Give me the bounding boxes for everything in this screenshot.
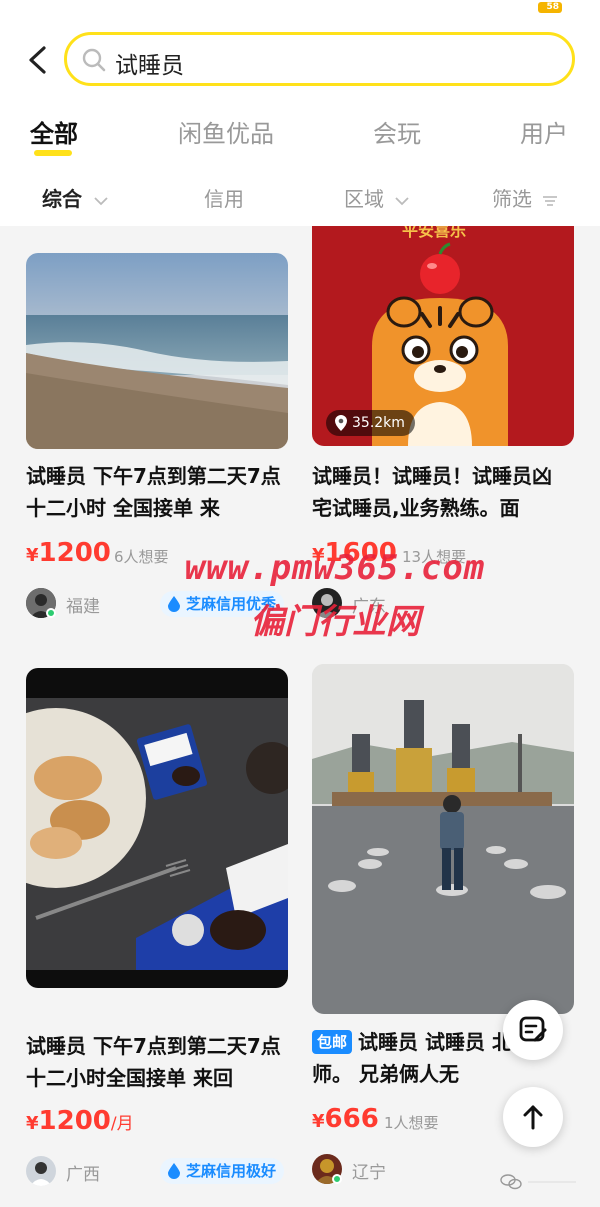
filter-icon — [543, 195, 558, 206]
watermark-url: www.pmw365.com — [184, 548, 486, 588]
want-count: 6人想要 — [114, 548, 169, 566]
filter-region[interactable]: 区域 — [344, 183, 410, 212]
product-title: 试睡员 下午7点到第二天7点 十二小时 全国接单 来 — [26, 464, 281, 520]
filter-comprehensive[interactable]: 综合 — [42, 183, 109, 212]
filter-label: 信用 — [204, 187, 244, 211]
filter-label: 区域 — [344, 187, 384, 211]
want-count: 1人想要 — [384, 1114, 439, 1132]
filter-label: 综合 — [42, 187, 82, 211]
person-avatar-icon — [26, 1156, 56, 1186]
watermark-name: 偏门行业网 — [250, 602, 420, 642]
back-arrow-icon — [29, 46, 46, 74]
coffee-pastry-photo — [26, 668, 288, 988]
product-price: ¥1200 — [26, 538, 111, 568]
product-card-image[interactable]: 平安喜乐 35.2km — [312, 226, 574, 446]
product-title: 试睡员！试睡员！试睡员凶宅试睡员,业务熟练。面 — [312, 464, 552, 520]
search-icon — [82, 48, 106, 72]
top-bar: 试睡员 — [0, 22, 600, 100]
chevron-down-icon — [395, 196, 409, 205]
water-drop-icon — [168, 1163, 180, 1179]
wechat-logo-icon — [500, 1174, 576, 1190]
search-query: 试睡员 — [115, 53, 184, 79]
scroll-to-top-button[interactable] — [503, 1087, 563, 1147]
svg-text:平安喜乐: 平安喜乐 — [402, 226, 466, 240]
online-dot — [46, 608, 56, 618]
arrow-up-icon — [523, 1105, 543, 1130]
product-price: ¥1200/月 — [26, 1106, 134, 1136]
tab-premium[interactable]: 闲鱼优品 — [178, 114, 274, 149]
filter-screen[interactable]: 筛选 — [492, 183, 558, 212]
free-shipping-tag: 包邮 — [312, 1030, 353, 1054]
credit-badge: 芝麻信用极好 — [160, 1158, 285, 1184]
status-bar: 58 — [0, 0, 600, 22]
seller-region: 广西 — [66, 1165, 100, 1185]
post-button[interactable] — [503, 1000, 563, 1060]
product-title: 试睡员 下午7点到第二天7点十二小时全国接单 来回 — [26, 1034, 281, 1090]
chevron-down-icon — [94, 196, 108, 205]
temple-square-photo — [312, 664, 574, 1014]
back-button[interactable] — [20, 42, 56, 78]
distance-tag: 35.2km — [326, 410, 415, 436]
battery-icon: 58 — [538, 2, 562, 13]
seller-region: 辽宁 — [352, 1163, 386, 1183]
watermark: www.pmw365.com 偏门行业网 — [170, 548, 500, 643]
tab-play[interactable]: 会玩 — [373, 114, 421, 149]
product-card-image[interactable] — [26, 253, 288, 449]
online-dot — [332, 1174, 342, 1184]
filter-bar: 综合 信用 区域 筛选 — [0, 168, 600, 226]
beach-photo — [26, 253, 288, 449]
product-card-image[interactable] — [312, 664, 574, 1014]
avatar[interactable] — [26, 1156, 56, 1186]
tab-users[interactable]: 用户 — [520, 114, 568, 149]
location-pin-icon — [335, 415, 347, 431]
edit-note-icon — [519, 1016, 547, 1042]
search-input[interactable]: 试睡员 — [64, 32, 575, 86]
active-tab-indicator — [34, 150, 72, 156]
category-tabs: 全部 闲鱼优品 会玩 用户 — [0, 100, 600, 168]
tab-all[interactable]: 全部 — [30, 114, 78, 149]
product-info[interactable]: 试睡员 下午7点到第二天7点十二小时全国接单 来回 ¥1200/月 广西 芝麻信… — [26, 1030, 288, 1200]
product-card-image[interactable] — [26, 668, 288, 988]
filter-credit[interactable]: 信用 — [204, 183, 244, 212]
product-price: ¥666 — [312, 1104, 379, 1134]
filter-label: 筛选 — [492, 187, 532, 211]
seller-region: 福建 — [66, 597, 100, 617]
